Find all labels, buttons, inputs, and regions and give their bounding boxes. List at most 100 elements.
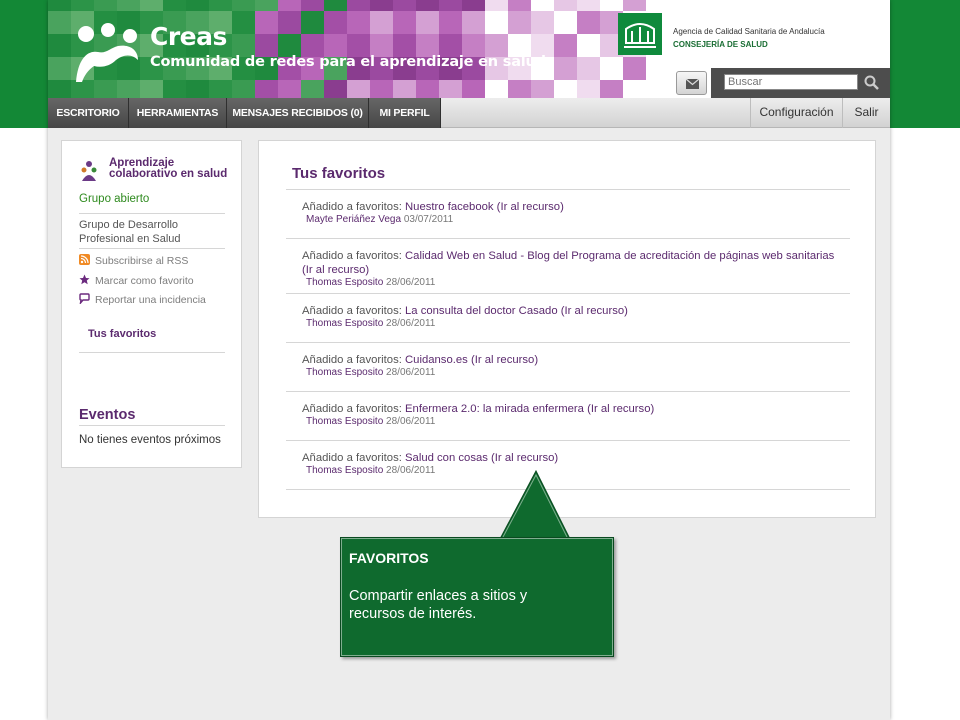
mosaic-tile (393, 80, 416, 98)
mosaic-tile (416, 80, 439, 98)
tab-herramientas[interactable]: HERRAMIENTAS (129, 98, 227, 128)
mosaic-tile (508, 80, 531, 98)
mosaic-tile (393, 0, 416, 11)
mosaic-tile (439, 80, 462, 98)
mosaic-tile (301, 80, 324, 98)
fav-author[interactable]: Mayte Periáñez Vega (306, 214, 401, 225)
agency-name: Agencia de Calidad Sanitaria de Andalucí… (673, 27, 825, 36)
favorites-panel: Tus favoritos Añadido a favoritos: Nuest… (258, 140, 876, 518)
mosaic-tile (508, 11, 531, 34)
fav-date: 28/06/2011 (386, 367, 436, 378)
salir-link[interactable]: Salir (842, 98, 890, 128)
mosaic-tile (416, 0, 439, 11)
tab-mi-perfil[interactable]: MI PERFIL (369, 98, 441, 128)
fav-date: 28/06/2011 (386, 416, 436, 427)
fav-link[interactable]: La consulta del doctor Casado (Ir al rec… (405, 305, 628, 317)
fav-date: 28/06/2011 (386, 277, 436, 288)
mosaic-tile (370, 80, 393, 98)
main-navbar: ESCRITORIO HERRAMIENTAS MENSAJES RECIBID… (48, 98, 890, 128)
star-icon (79, 274, 90, 285)
fav-author[interactable]: Thomas Esposito (306, 277, 383, 288)
mosaic-tile (186, 80, 209, 98)
mosaic-tile (577, 80, 600, 98)
mosaic-tile (370, 11, 393, 34)
mosaic-tile (301, 0, 324, 11)
list-item: Añadido a favoritos: Cuidanso.es (Ir al … (286, 343, 850, 392)
fav-prefix: Añadido a favoritos: (302, 452, 402, 464)
search-icon[interactable] (863, 74, 881, 92)
mosaic-tile (48, 80, 71, 98)
configuracion-link[interactable]: Configuración (750, 98, 842, 128)
ministry-name: CONSEJERÍA DE SALUD (673, 40, 768, 49)
mosaic-tile (439, 11, 462, 34)
mosaic-tile (209, 0, 232, 11)
fav-link[interactable]: Nuestro facebook (Ir al recurso) (405, 201, 564, 213)
mosaic-tile (623, 57, 646, 80)
callout-pointer (499, 469, 571, 540)
mosaic-tile (140, 0, 163, 11)
events-empty-text: No tienes eventos próximos (79, 434, 221, 446)
divider (79, 248, 225, 249)
mosaic-tile (554, 34, 577, 57)
mosaic-tile (623, 0, 646, 11)
mosaic-tile (163, 0, 186, 11)
mosaic-tile (301, 11, 324, 34)
list-item: Añadido a favoritos: Calidad Web en Salu… (286, 239, 850, 294)
mosaic-tile (577, 57, 600, 80)
mosaic-tile (554, 57, 577, 80)
divider (79, 213, 225, 214)
group-icon (81, 161, 97, 181)
tab-escritorio[interactable]: ESCRITORIO (48, 98, 129, 128)
mosaic-tile (485, 0, 508, 11)
mosaic-tile (531, 80, 554, 98)
list-item: Añadido a favoritos: La consulta del doc… (286, 294, 850, 343)
list-item: Añadido a favoritos: Nuestro facebook (I… (286, 190, 850, 239)
mark-favorite-link[interactable]: Marcar como favorito (79, 274, 194, 287)
report-incident-link[interactable]: Reportar una incidencia (79, 293, 206, 306)
mosaic-tile (324, 80, 347, 98)
callout-text: Compartir enlaces a sitios y recursos de… (349, 588, 528, 622)
search-input[interactable] (724, 74, 858, 90)
mosaic-tile (255, 11, 278, 34)
fav-link[interactable]: Salud con cosas (Ir al recurso) (405, 452, 558, 464)
site-header: Creas Comunidad de redes para el aprendi… (48, 0, 890, 98)
brand-subtitle: Comunidad de redes para el aprendizaje e… (150, 54, 546, 70)
mosaic-tile (186, 0, 209, 11)
sidebar-item-tus-favoritos[interactable]: Tus favoritos (88, 328, 156, 340)
fav-link[interactable]: Cuidanso.es (Ir al recurso) (405, 354, 538, 366)
fav-author[interactable]: Thomas Esposito (306, 416, 383, 427)
favoritos-callout: FAVORITOS Compartir enlaces a sitios y r… (340, 469, 616, 658)
fav-author[interactable]: Thomas Esposito (306, 318, 383, 329)
mosaic-tile (462, 0, 485, 11)
fav-prefix: Añadido a favoritos: (302, 403, 402, 415)
fav-date: 28/06/2011 (386, 318, 436, 329)
fav-link[interactable]: Enfermera 2.0: la mirada enfermera (Ir a… (405, 403, 654, 415)
left-green-band (0, 0, 48, 128)
mosaic-tile (255, 0, 278, 11)
group-status: Grupo abierto (79, 193, 150, 205)
mosaic-tile (140, 80, 163, 98)
subscribe-rss-link[interactable]: Subscribirse al RSS (79, 254, 188, 267)
group-name[interactable]: Aprendizaje colaborativo en salud (109, 157, 229, 180)
mosaic-tile (232, 80, 255, 98)
brand-title[interactable]: Creas (150, 22, 227, 51)
mosaic-tile (462, 11, 485, 34)
mosaic-tile (48, 11, 71, 34)
junta-andalucia-logo (618, 13, 662, 55)
envelope-icon (685, 78, 700, 89)
divider (79, 425, 225, 426)
mosaic-tile (232, 0, 255, 11)
tab-mensajes-recibidos[interactable]: MENSAJES RECIBIDOS (0) (227, 98, 369, 128)
mosaic-tile (347, 11, 370, 34)
mosaic-tile (278, 80, 301, 98)
fav-prefix: Añadido a favoritos: (302, 354, 402, 366)
divider (79, 352, 225, 353)
messages-button[interactable] (676, 71, 707, 95)
creas-logo-icon[interactable] (72, 22, 142, 84)
speech-bubble-icon (79, 293, 90, 304)
mosaic-tile (163, 80, 186, 98)
fav-author[interactable]: Thomas Esposito (306, 367, 383, 378)
mosaic-tile (278, 0, 301, 11)
callout-title: FAVORITOS (349, 550, 429, 566)
search-bar (711, 68, 890, 98)
